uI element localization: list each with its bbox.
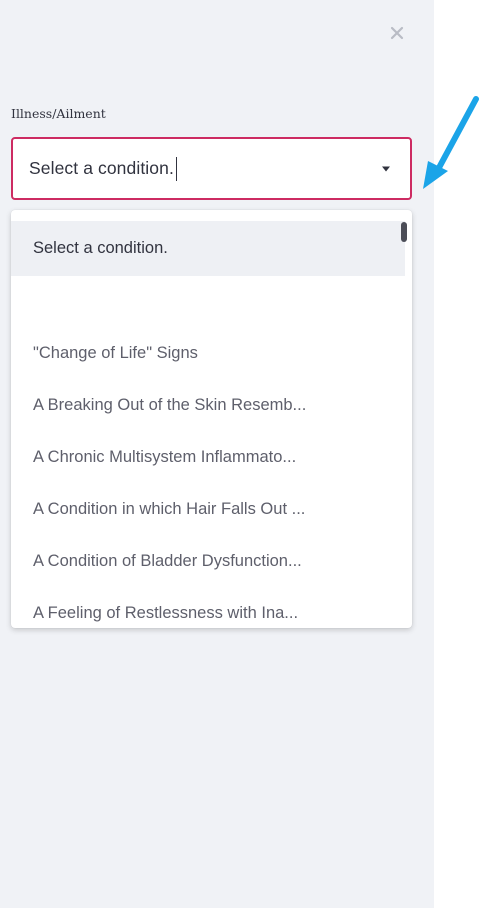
dropdown-menu: Select a condition. "Change of Life" Sig… bbox=[11, 210, 412, 628]
dropdown-option[interactable]: A Breaking Out of the Skin Resemb... bbox=[11, 378, 405, 433]
arrow-pointer-icon bbox=[423, 96, 479, 189]
dropdown-option[interactable]: A Condition of Bladder Dysfunction... bbox=[11, 534, 405, 589]
select-value: Select a condition. bbox=[29, 158, 174, 178]
close-icon bbox=[390, 26, 404, 40]
dropdown-option[interactable]: A Feeling of Restlessness with Ina... bbox=[11, 586, 405, 628]
chevron-down-icon[interactable] bbox=[382, 166, 390, 171]
scrollbar-thumb[interactable] bbox=[401, 222, 407, 242]
dropdown-option[interactable]: A Condition in which Hair Falls Out ... bbox=[11, 482, 405, 537]
dropdown-option[interactable]: Select a condition. bbox=[11, 221, 405, 276]
dropdown-option[interactable]: A Chronic Multisystem Inflammato... bbox=[11, 430, 405, 485]
text-cursor bbox=[175, 156, 178, 181]
condition-select[interactable]: Select a condition. bbox=[11, 137, 412, 200]
dropdown-option[interactable] bbox=[11, 276, 405, 331]
field-label: Illness/Ailment bbox=[11, 106, 106, 121]
close-button[interactable] bbox=[384, 20, 410, 46]
dropdown-option[interactable]: "Change of Life" Signs bbox=[11, 326, 405, 381]
sidebar: Illness/Ailment Select a condition. Sele… bbox=[0, 0, 434, 908]
